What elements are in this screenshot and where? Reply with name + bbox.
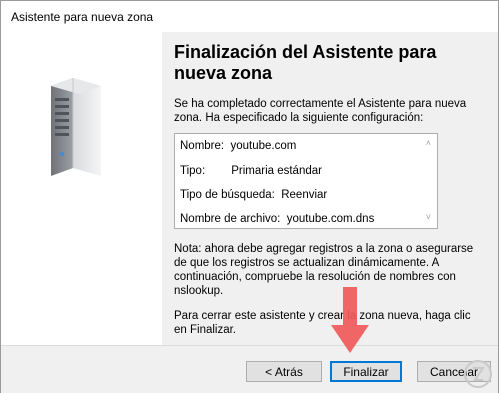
config-type-row: Tipo: Primaria estándar — [180, 165, 322, 177]
config-file-row: Nombre de archivo: youtube.com.dns — [180, 213, 374, 225]
config-value: youtube.com.dns — [286, 213, 375, 225]
config-label: Nombre: — [180, 140, 225, 152]
intro-text: Se ha completado correctamente el Asiste… — [174, 98, 467, 124]
finish-button[interactable]: Finalizar — [330, 361, 402, 382]
config-label: Tipo: — [180, 165, 206, 177]
title-bar[interactable]: Asistente para nueva zona — [1, 1, 498, 32]
config-value: Reenviar — [281, 189, 328, 201]
page-title: Finalización del Asistente para nueva zo… — [174, 42, 437, 83]
config-value: Primaria estándar — [231, 165, 322, 177]
wizard-content: Finalización del Asistente para nueva zo… — [162, 32, 498, 345]
button-bar: < Atrás Finalizar Cancelar — [1, 345, 498, 393]
wizard-window: Asistente para nueva zona Finalización d… — [0, 0, 499, 393]
config-lookup-row: Tipo de búsqueda: Reenviar — [180, 189, 327, 201]
config-label: Tipo de búsqueda: — [180, 189, 275, 201]
scroll-up-icon[interactable]: ˄ — [426, 138, 431, 148]
config-label: Nombre de archivo: — [180, 213, 281, 225]
note-text: Nota: ahora debe agregar registros a la … — [174, 243, 474, 297]
scroll-down-icon[interactable]: ˅ — [426, 212, 431, 222]
server-icon — [51, 78, 101, 176]
wizard-side-panel — [1, 32, 162, 345]
config-summary-box[interactable]: Nombre: youtube.com Tipo: Primaria están… — [174, 133, 438, 229]
red-arrow-pointer-icon — [331, 287, 369, 353]
back-button[interactable]: < Atrás — [246, 361, 322, 382]
watermark-logo-icon — [464, 360, 492, 388]
config-value: youtube.com — [230, 140, 297, 152]
config-name-row: Nombre: youtube.com — [180, 140, 296, 152]
close-instructions-text: Para cerrar este asistente y crear la zo… — [174, 310, 471, 336]
window-title: Asistente para nueva zona — [11, 10, 154, 24]
